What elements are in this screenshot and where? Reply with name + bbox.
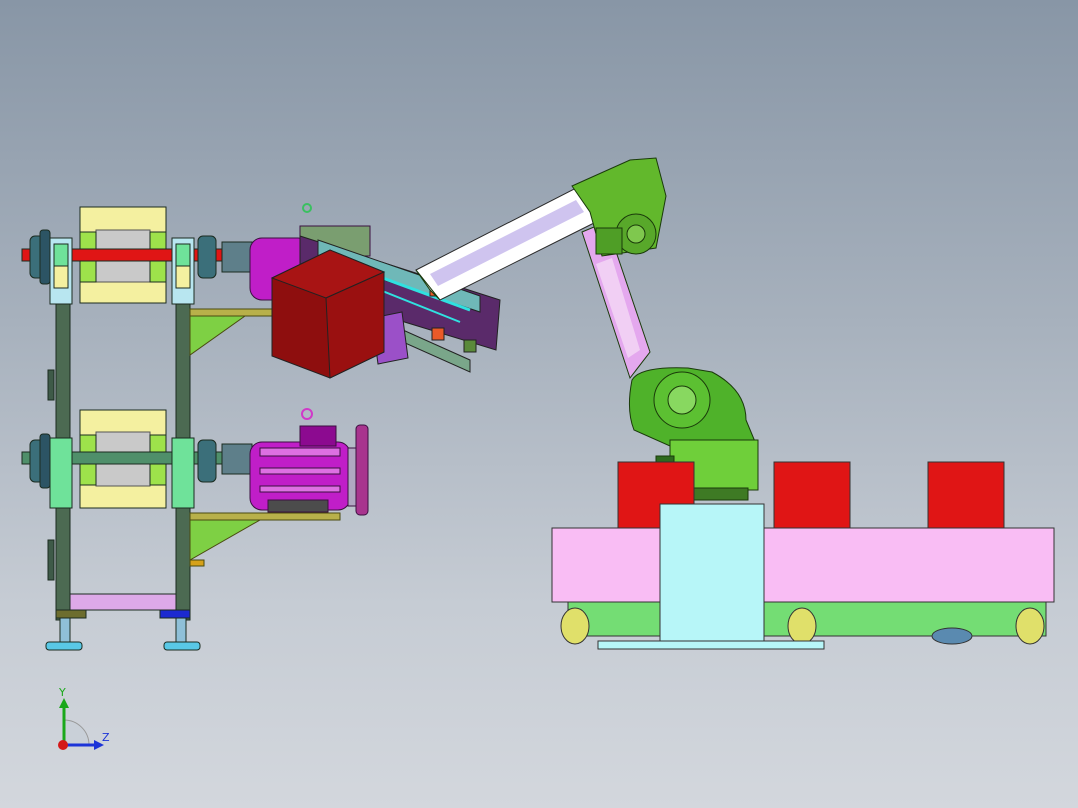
foot-right — [163, 641, 201, 651]
x-axis-point — [58, 740, 68, 750]
lower-motor[interactable] — [249, 408, 369, 516]
y-axis-label: Y — [59, 686, 66, 699]
red-block-3 — [927, 461, 1005, 531]
robot-pedestal — [659, 503, 765, 643]
robot-platform[interactable] — [551, 461, 1055, 650]
axis-triad — [58, 698, 104, 750]
lower-tray — [69, 593, 177, 611]
red-block-2 — [773, 461, 851, 531]
foot-left — [45, 641, 83, 651]
assembly-model[interactable] — [0, 0, 1078, 808]
cad-model-viewport[interactable]: Y Z — [0, 0, 1078, 808]
z-axis-label: Z — [102, 731, 110, 744]
pink-table — [551, 527, 1055, 603]
caster-wheel — [560, 607, 590, 645]
roller-frame[interactable] — [21, 206, 253, 651]
motor-flange — [355, 424, 369, 516]
